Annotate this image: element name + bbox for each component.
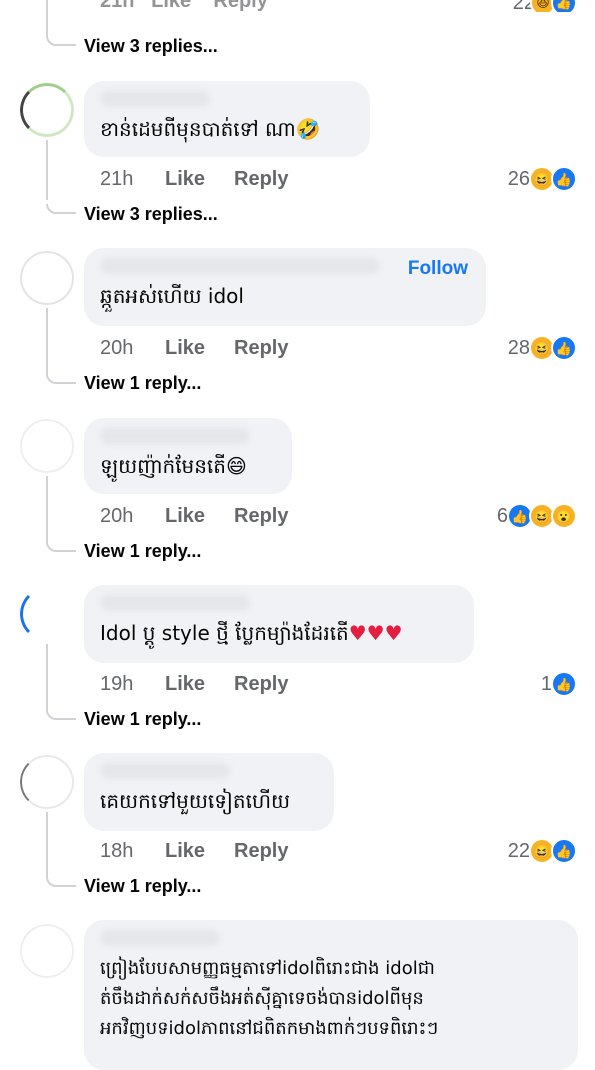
comment-text-line-1: ព្រៀងបែបសាមញ្ញធម្មតាទៅidolពិរោះជាង idolជ…: [100, 958, 435, 979]
like-button[interactable]: Like: [165, 673, 234, 696]
follow-button[interactable]: Follow: [408, 258, 468, 280]
commenter-name[interactable]: [100, 930, 220, 946]
thread-elbow: [46, 374, 76, 384]
like-icon: 👍: [551, 166, 577, 192]
reaction-summary[interactable]: 22 😆 👍: [508, 838, 577, 864]
timestamp[interactable]: 21h: [100, 168, 165, 191]
comment-text: ឡូយញ៉ាក់មែនតើ😄: [100, 454, 247, 478]
view-replies-link[interactable]: View 3 replies...: [84, 36, 218, 57]
reply-button[interactable]: Reply: [234, 840, 288, 863]
comment-actions: 20h Like Reply: [100, 505, 288, 528]
comment-text: ខាន់ដេមពីមុនបាត់ទៅ ណា🤣: [100, 117, 321, 141]
commenter-name[interactable]: [100, 763, 230, 779]
thread-elbow: [46, 710, 76, 720]
thread-elbow: [46, 36, 76, 46]
comment-actions: 19h Like Reply: [100, 673, 288, 696]
comment-bubble: ព្រៀងបែបសាមញ្ញធម្មតាទៅidolពិរោះជាង idolជ…: [84, 920, 578, 1070]
reaction-count: 26: [507, 167, 530, 190]
comment-text: Idol ប្ដូ style ថ្មី ប្លែកម្យ៉ាងដែរតើ♥♥♥: [100, 619, 458, 647]
reaction-summary[interactable]: 26 😆 👍: [508, 166, 577, 192]
reaction-summary[interactable]: 28 😆 👍: [508, 335, 577, 361]
comment-text-body: Idol ប្ដូ style ថ្មី ប្លែកម្យ៉ាងដែរតើ: [100, 621, 349, 645]
reply-button[interactable]: Reply: [234, 337, 288, 360]
avatar[interactable]: [20, 83, 74, 137]
avatar[interactable]: [20, 587, 74, 641]
avatar[interactable]: [20, 419, 74, 473]
avatar[interactable]: [20, 924, 74, 978]
thread-elbow: [46, 877, 76, 887]
heart-icon: ♥♥♥: [348, 621, 403, 645]
comment-bubble: គេយកទៅមួយទៀតហើយ: [84, 753, 334, 831]
timestamp[interactable]: 20h: [100, 505, 165, 528]
wow-icon: 😮: [551, 503, 577, 529]
view-replies-link[interactable]: View 1 reply...: [84, 373, 201, 394]
comment-text: គេយកទៅមួយទៀតហើយ: [100, 789, 291, 813]
view-replies-link[interactable]: View 3 replies...: [84, 204, 218, 225]
timestamp[interactable]: 18h: [100, 840, 165, 863]
comment-actions: 21h Like Reply: [100, 168, 288, 191]
comment-actions: 18h Like Reply: [100, 840, 288, 863]
like-button[interactable]: Like: [165, 505, 234, 528]
commenter-name[interactable]: [100, 91, 210, 107]
like-button[interactable]: Like: [165, 168, 234, 191]
timestamp[interactable]: 19h: [100, 673, 165, 696]
comment-bubble: ឡូយញ៉ាក់មែនតើ😄: [84, 418, 292, 494]
reply-button[interactable]: Reply: [234, 505, 288, 528]
thread-line: [46, 644, 48, 710]
reply-button[interactable]: Reply: [234, 168, 288, 191]
commenter-name[interactable]: [100, 428, 250, 444]
reaction-summary[interactable]: 6 👍 😆 😮: [497, 503, 577, 529]
comment-bubble: ខាន់ដេមពីមុនបាត់ទៅ ណា🤣: [84, 81, 370, 157]
thread-line: [46, 812, 48, 878]
like-icon: 👍: [551, 335, 577, 361]
reaction-count: 22: [507, 839, 530, 862]
thread-elbow: [46, 204, 76, 214]
comment-text-line-3: អកវិញបទidolភាពនៅជពិតកមាងពាក់ៗបទពិរោះៗ: [100, 1018, 439, 1039]
like-icon: 👍: [551, 838, 577, 864]
thread-elbow: [46, 542, 76, 552]
comment-actions: 20h Like Reply: [100, 337, 288, 360]
view-replies-link[interactable]: View 1 reply...: [84, 876, 201, 897]
comment-text-line-2: ត់ចឹងដាក់សក់សចឹងអត់ស៊ីគ្នាទេចង់បានidolពី…: [100, 988, 424, 1009]
comment-0-partial: 21h Like Reply 22 😆 👍: [0, 0, 595, 12]
comment-bubble: Idol ប្ដូ style ថ្មី ប្លែកម្យ៉ាងដែរតើ♥♥♥: [84, 585, 474, 663]
reaction-count: 28: [507, 336, 530, 359]
view-replies-link[interactable]: View 1 reply...: [84, 709, 201, 730]
commenter-name[interactable]: [100, 258, 380, 274]
avatar[interactable]: [20, 755, 74, 809]
like-icon: 👍: [551, 671, 577, 697]
reply-button[interactable]: Reply: [234, 673, 288, 696]
timestamp[interactable]: 20h: [100, 337, 165, 360]
comment-bubble: ឆ្កួតអស់ហើយ idol Follow: [84, 248, 486, 326]
thread-line: [46, 308, 48, 374]
thread-line: [46, 140, 48, 200]
like-button[interactable]: Like: [165, 337, 234, 360]
view-replies-link[interactable]: View 1 reply...: [84, 541, 201, 562]
like-button[interactable]: Like: [165, 840, 234, 863]
commenter-name[interactable]: [100, 595, 250, 611]
reaction-summary[interactable]: 1 👍: [541, 671, 577, 697]
like-icon: 👍: [551, 0, 577, 12]
thread-line: [46, 476, 48, 542]
avatar[interactable]: [20, 251, 74, 305]
comment-text: ឆ្កួតអស់ហើយ idol: [100, 284, 244, 308]
